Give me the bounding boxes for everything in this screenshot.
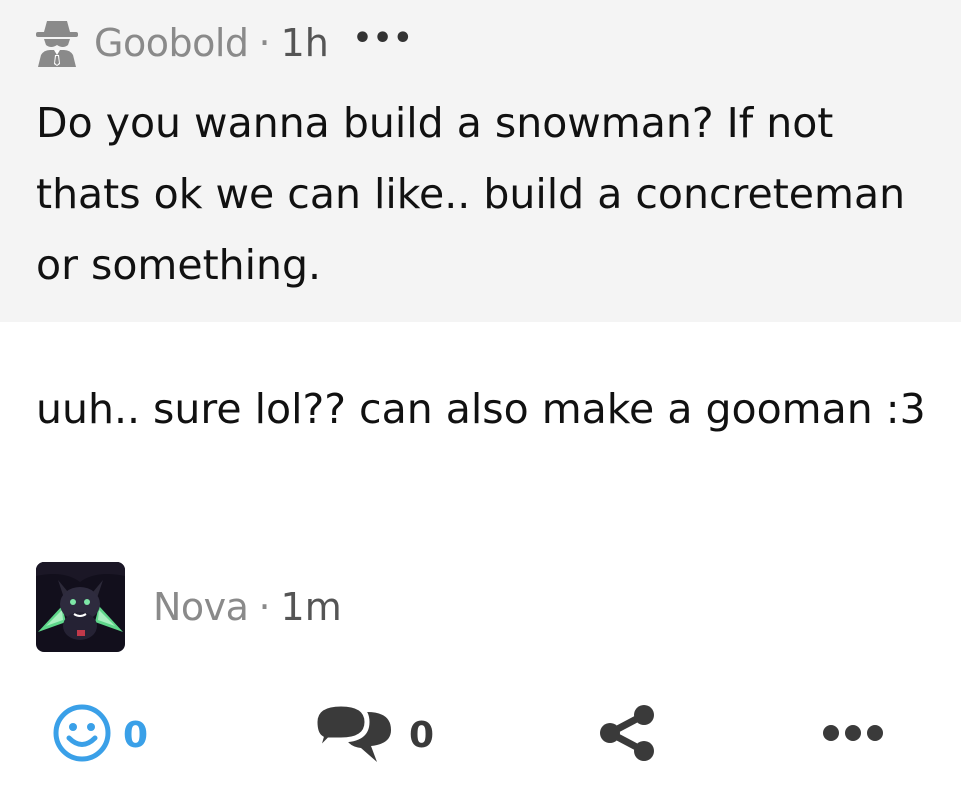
smiley-icon (53, 704, 111, 766)
reply-timestamp: 1m (280, 585, 342, 629)
quoted-post-text: Do you wanna build a snowman? If not tha… (36, 99, 906, 289)
more-dots-icon (822, 723, 884, 747)
avatar[interactable] (36, 562, 125, 652)
quoted-author-name[interactable]: Goobold (94, 21, 249, 65)
comments-icon (311, 696, 397, 774)
quoted-more-icon[interactable]: ••• (353, 24, 414, 54)
action-bar: 0 0 (0, 690, 961, 780)
meta-separator: · (258, 585, 271, 629)
reply-text: uuh.. sure lol?? can also make a gooman … (36, 385, 926, 433)
reaction-button[interactable]: 0 (53, 690, 148, 780)
reply-author-row: Nova · 1m (36, 562, 342, 652)
share-icon (596, 701, 660, 769)
share-button[interactable] (596, 690, 660, 780)
meta-separator: · (258, 21, 271, 65)
comment-count: 0 (409, 714, 435, 756)
reply-author-name[interactable]: Nova (153, 585, 249, 629)
spy-icon (34, 19, 80, 67)
reaction-count: 0 (123, 714, 149, 756)
quoted-post[interactable]: Goobold · 1h ••• Do you wanna build a sn… (0, 0, 961, 322)
quoted-post-header: Goobold · 1h ••• (34, 14, 413, 72)
comment-button[interactable]: 0 (311, 690, 434, 780)
quoted-timestamp: 1h (280, 21, 329, 65)
more-button[interactable] (822, 690, 884, 780)
